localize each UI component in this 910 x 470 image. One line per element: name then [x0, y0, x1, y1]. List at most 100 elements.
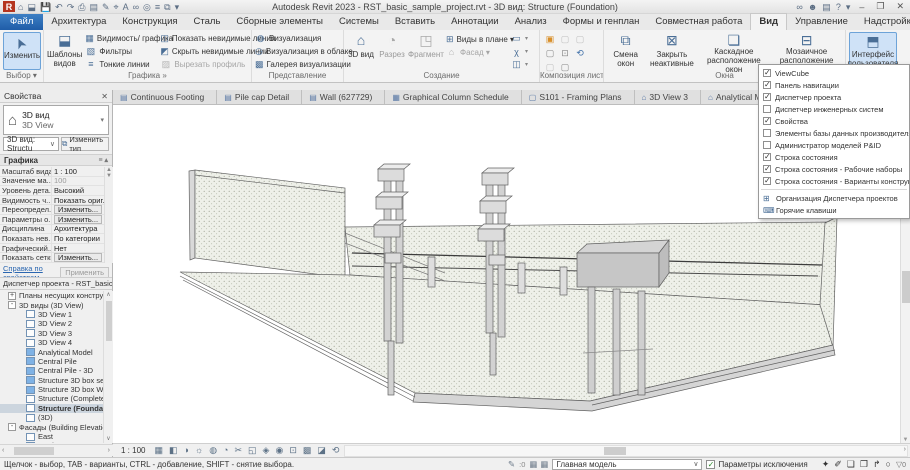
type-selector-arrow-icon[interactable]: ▾	[100, 116, 104, 124]
property-row[interactable]: Переопредел... Изменить...	[0, 205, 104, 215]
checkbox-icon[interactable]	[763, 105, 771, 113]
qat-icon[interactable]: 💾	[40, 2, 51, 12]
qat-icon[interactable]: A	[123, 2, 129, 12]
ribbon-tab[interactable]: Вставить	[387, 14, 443, 30]
scroll-thumb[interactable]	[14, 447, 54, 455]
view-control-icon[interactable]: ▦	[151, 445, 166, 456]
ribbon-tab[interactable]: Управление	[787, 14, 856, 30]
qat-icon[interactable]: ⬓	[27, 2, 36, 12]
view-control-icon[interactable]: ◧	[166, 445, 181, 456]
expand-icon[interactable]: -	[8, 301, 16, 309]
property-row[interactable]: Показать сетки Изменить...	[0, 253, 104, 263]
qat-icon[interactable]: ∞	[133, 2, 139, 12]
qat-icon[interactable]: ◎	[143, 2, 151, 12]
property-row[interactable]: Видимость ч... Показать ориг...	[0, 196, 104, 206]
ribbon-tab[interactable]: Совместная работа	[647, 14, 750, 30]
close-button[interactable]: ✕	[893, 1, 907, 12]
tree-item[interactable]: Central Pile - 3D	[0, 366, 103, 375]
legends-button[interactable]: ◫▾	[511, 58, 533, 70]
browser-hscrollbar[interactable]: ‹ ›	[0, 444, 113, 456]
ribbon-tab[interactable]: Формы и генплан	[555, 14, 648, 30]
tree-item[interactable]: North	[0, 441, 103, 443]
menu-checkbox-item[interactable]: ViewCube	[759, 67, 909, 79]
view-tab[interactable]: ▢ S101 - Framing Plans	[522, 90, 635, 104]
view-control-icon[interactable]: ◱	[245, 445, 260, 456]
ribbon-tab[interactable]: Надстройки	[856, 14, 910, 30]
ribbon-tab[interactable]: Файл	[0, 14, 43, 30]
property-row[interactable]: Дисциплина Архитектура	[0, 225, 104, 235]
view-control-icon[interactable]: ☼	[192, 445, 206, 456]
filters-button[interactable]: ▧Фильтры	[85, 46, 157, 58]
tree-item[interactable]: 3D View 2	[0, 319, 103, 328]
property-row[interactable]: Параметры о... Изменить...	[0, 215, 104, 225]
workset-icon[interactable]: ▦	[540, 459, 548, 470]
hscroll-thumb[interactable]	[604, 447, 626, 455]
qat-icon[interactable]: ▤	[89, 2, 98, 12]
workset-icon[interactable]: ▦	[529, 459, 537, 470]
scroll-right-icon[interactable]: ›	[105, 447, 113, 454]
menu-checkbox-item[interactable]: Строка состояния - Варианты конструкции	[759, 175, 909, 187]
duplicate-view-button[interactable]: χ▾	[511, 46, 533, 58]
tree-item[interactable]: 3D View 3	[0, 329, 103, 338]
edit-type-button[interactable]: ⧉ Изменить тип	[61, 137, 109, 151]
section-collapse-icon[interactable]: ≡ ▴	[98, 156, 108, 164]
viewport-hscrollbar[interactable]: ›	[344, 445, 908, 457]
tree-item[interactable]: Structure 3D box Wal	[0, 385, 103, 394]
panel-label-creation[interactable]: Создание	[344, 71, 539, 82]
view-type-combo[interactable]: 3D вид: Structu ∨	[3, 137, 59, 151]
view-tab[interactable]: ⌂ 3D View 3	[635, 90, 701, 104]
tree-item[interactable]: - 3D виды (3D View)	[0, 300, 103, 309]
qat-icon[interactable]: ▾	[175, 2, 180, 12]
guide-grid-icon[interactable]: ▢	[543, 48, 557, 61]
exclude-options-checkbox[interactable]: ✓ Параметры исключения	[706, 460, 807, 469]
scale-button[interactable]: 1 : 100	[113, 446, 151, 455]
checkbox-icon[interactable]	[763, 93, 771, 101]
plan-views-button[interactable]: ⊞Виды в плане ▾	[446, 33, 508, 45]
panel-label-select[interactable]: Выбор ▾	[0, 71, 43, 82]
view-control-icon[interactable]: ◪	[314, 445, 329, 456]
thin-lines-button[interactable]: ≡Тонкие линии	[85, 58, 157, 70]
menu-action-item[interactable]: ⌨ Горячие клавиши	[759, 204, 909, 216]
checkbox-icon[interactable]	[763, 117, 771, 125]
status-tool-icon[interactable]: ↱	[873, 459, 881, 470]
property-row[interactable]: Графический... Нет	[0, 244, 104, 254]
viewport-icon[interactable]: ⊡	[558, 48, 572, 61]
checkbox-icon[interactable]	[763, 129, 771, 137]
editing-requests-icon[interactable]: ✎	[508, 459, 515, 470]
titlebar-icon[interactable]: ▾	[846, 2, 851, 12]
tree-item[interactable]: 3D View 4	[0, 338, 103, 347]
menu-action-item[interactable]: ⊞ Организация Диспетчера проектов	[759, 192, 909, 204]
ribbon-tab[interactable]: Архитектура	[43, 14, 114, 30]
tree-item[interactable]: - Фасады (Building Elevation)	[0, 422, 103, 431]
panel-label-presentation[interactable]: Представление	[252, 71, 343, 82]
view-control-icon[interactable]: ◍	[206, 445, 220, 456]
menu-checkbox-item[interactable]: Элементы базы данных производителя MEP	[759, 127, 909, 139]
properties-close-icon[interactable]: ✕	[101, 92, 108, 101]
restore-button[interactable]: ❐	[873, 1, 887, 12]
graphics-section-header[interactable]: Графика ≡ ▴	[0, 154, 112, 166]
filter-icon[interactable]: ▽0	[896, 460, 906, 469]
ribbon-tab[interactable]: Аннотации	[443, 14, 507, 30]
status-tool-icon[interactable]: ❐	[860, 459, 868, 470]
menu-checkbox-item[interactable]: Администратор моделей P&ID	[759, 139, 909, 151]
ribbon-tab[interactable]: Системы	[331, 14, 387, 30]
checkbox-icon[interactable]	[763, 69, 771, 77]
qat-icon[interactable]: ⧉	[164, 2, 170, 12]
menu-checkbox-item[interactable]: Свойства	[759, 115, 909, 127]
status-tool-icon[interactable]: ○	[886, 459, 891, 470]
titlebar-icon[interactable]: ?	[836, 2, 841, 12]
expand-icon[interactable]: -	[8, 423, 16, 431]
ribbon-tab[interactable]: Сборные элементы	[228, 14, 331, 30]
ribbon-tab[interactable]: Конструкция	[114, 14, 185, 30]
property-row[interactable]: Масштаб вида 1 : 100	[0, 167, 104, 177]
expand-icon[interactable]: +	[8, 292, 16, 300]
visibility-graphics-button[interactable]: ▦Видимость/ графика	[85, 33, 157, 45]
view-control-icon[interactable]: ⊡	[286, 445, 300, 456]
tree-item[interactable]: 3D View 1	[0, 310, 103, 319]
menu-checkbox-item[interactable]: Диспетчер инженерных систем	[759, 103, 909, 115]
tree-item[interactable]: Structure 3D box secti	[0, 376, 103, 385]
view-tab[interactable]: ▤ Continuous Footing	[113, 90, 217, 104]
ribbon-tab[interactable]: Анализ	[507, 14, 555, 30]
properties-scrollbar[interactable]: ▲▼	[104, 167, 113, 263]
view-control-icon[interactable]: ◔	[220, 445, 231, 456]
